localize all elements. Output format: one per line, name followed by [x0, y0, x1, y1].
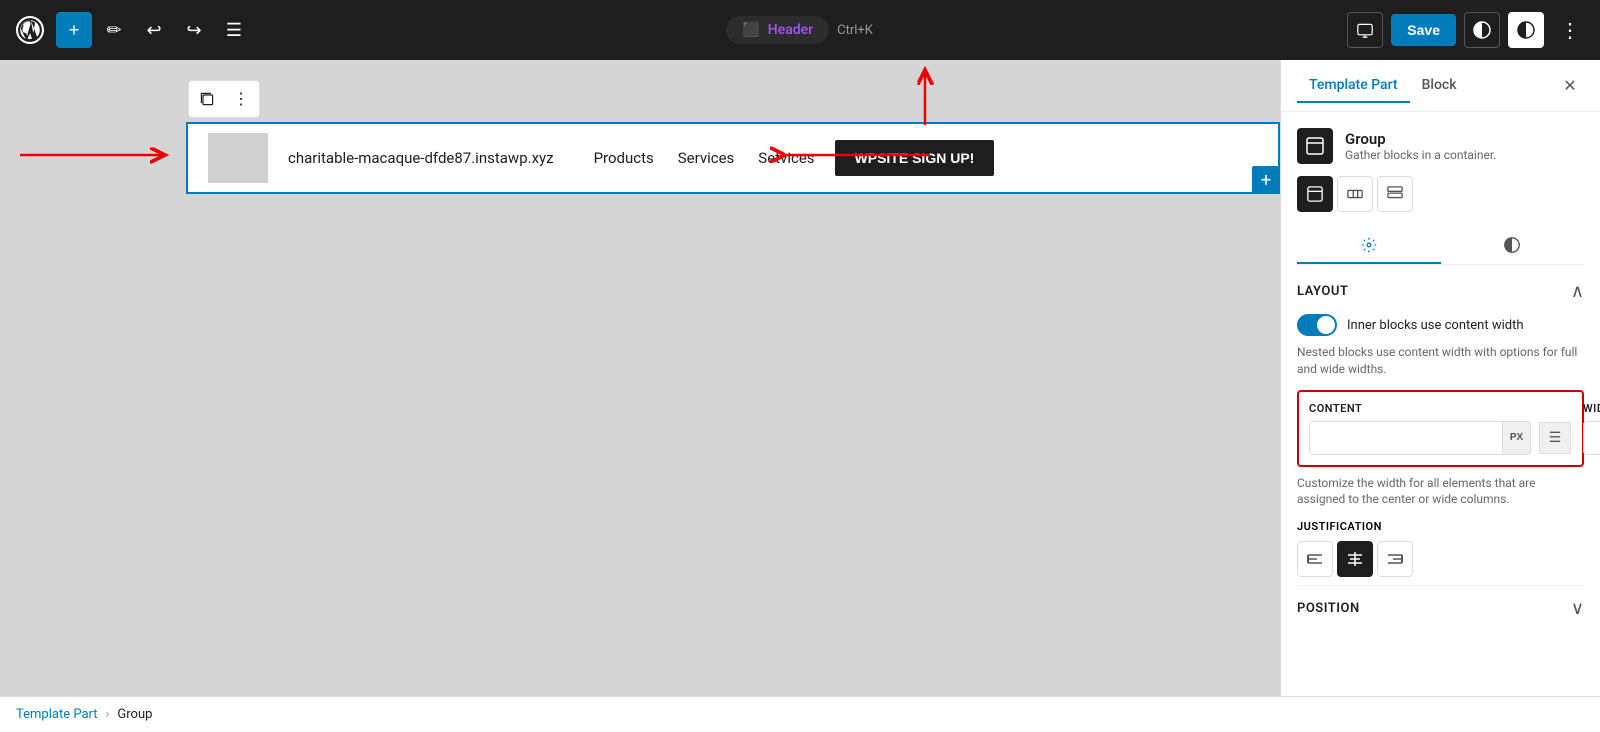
content-wide-wrapper: CONTENT PX ☰ WIDE — [1297, 390, 1584, 467]
block-style-toggle[interactable] — [1464, 12, 1500, 48]
arrow-left — [10, 135, 180, 179]
toggle-knob — [1317, 316, 1335, 334]
content-input-group: CONTENT PX ☰ — [1309, 402, 1571, 455]
content-width-toggle[interactable] — [1297, 314, 1337, 336]
position-section-header[interactable]: Position ∨ — [1297, 598, 1584, 619]
block-type-group[interactable] — [1297, 176, 1333, 212]
add-block-button[interactable]: + — [56, 12, 92, 48]
undo-button[interactable]: ↩ — [136, 12, 172, 48]
undo-icon: ↩ — [146, 20, 161, 41]
toolbar-right: Save ⋮ — [1347, 12, 1588, 48]
style-button[interactable] — [1508, 12, 1544, 48]
position-section: Position ∨ — [1297, 585, 1584, 619]
content-unit-button[interactable]: PX — [1502, 422, 1530, 454]
content-wide-row: CONTENT PX ☰ WIDE — [1309, 402, 1572, 455]
toggle-row: Inner blocks use content width — [1297, 314, 1584, 336]
breadcrumb-separator: › — [106, 707, 110, 722]
sidebar-close-button[interactable]: ✕ — [1556, 72, 1584, 100]
cta-button[interactable]: WPSITE SIGN UP! — [835, 140, 995, 176]
pencil-icon: ✏ — [106, 20, 121, 41]
justify-center-button[interactable] — [1337, 541, 1373, 577]
canvas-area: ⋮ charitable-macaque-dfde87.instawp.xyz … — [0, 60, 1280, 696]
justification-section: JUSTIFICATION — [1297, 520, 1584, 577]
save-button[interactable]: Save — [1391, 14, 1456, 46]
tab-block[interactable]: Block — [1410, 69, 1469, 103]
layout-toggle-icon: ∧ — [1571, 281, 1584, 302]
sidebar-header: Template Part Block ✕ — [1281, 60, 1600, 112]
list-view-button[interactable]: ☰ — [216, 12, 252, 48]
content-input[interactable] — [1310, 424, 1502, 451]
content-align-button[interactable]: ☰ — [1539, 422, 1571, 454]
wide-input-wrapper: PX — [1583, 421, 1600, 455]
nav-links: Products Services Setvices — [594, 149, 815, 167]
wide-input-group: WIDE PX ☰ — [1583, 402, 1600, 455]
nav-link-products[interactable]: Products — [594, 149, 654, 167]
justify-right-button[interactable] — [1377, 541, 1413, 577]
sidebar: Template Part Block ✕ Group Gather block… — [1280, 60, 1600, 696]
block-icon — [1297, 128, 1333, 164]
panel-tab-style[interactable] — [1441, 228, 1585, 264]
block-type-row — [1297, 176, 1584, 212]
block-type-stack[interactable] — [1377, 176, 1413, 212]
justify-left-button[interactable] — [1297, 541, 1333, 577]
site-domain: charitable-macaque-dfde87.instawp.xyz — [288, 149, 554, 167]
top-toolbar: + ✏ ↩ ↪ ☰ ⬛ Header Ctrl+K Save ⋮ — [0, 0, 1600, 60]
block-toolbar: ⋮ — [188, 80, 260, 118]
header-pill-icon: ⬛ — [742, 22, 759, 38]
toolbar-center: ⬛ Header Ctrl+K — [256, 16, 1343, 44]
redo-icon: ↪ — [186, 20, 201, 41]
breadcrumb: Template Part › Group — [0, 696, 1600, 732]
list-icon: ☰ — [226, 20, 242, 41]
block-name-desc: Group Gather blocks in a container. — [1345, 130, 1496, 162]
block-info: Group Gather blocks in a container. — [1297, 128, 1584, 164]
breadcrumb-template-part[interactable]: Template Part — [16, 707, 98, 722]
header-pill[interactable]: ⬛ Header — [726, 16, 829, 44]
redo-button[interactable]: ↪ — [176, 12, 212, 48]
block-more-button[interactable]: ⋮ — [225, 83, 257, 115]
wp-logo[interactable] — [12, 12, 48, 48]
wide-input[interactable] — [1584, 424, 1600, 451]
nav-link-services[interactable]: Services — [678, 149, 735, 167]
more-options-button[interactable]: ⋮ — [1552, 12, 1588, 48]
breadcrumb-group: Group — [117, 707, 152, 722]
main-area: ⋮ charitable-macaque-dfde87.instawp.xyz … — [0, 60, 1600, 696]
sidebar-content: Group Gather blocks in a container. — [1281, 112, 1600, 696]
block-type-row[interactable] — [1337, 176, 1373, 212]
site-logo — [208, 133, 268, 183]
pencil-button[interactable]: ✏ — [96, 12, 132, 48]
position-toggle-icon: ∨ — [1571, 598, 1584, 619]
panel-tabs — [1297, 228, 1584, 265]
block-duplicate-button[interactable] — [191, 83, 223, 115]
content-input-wrapper: PX — [1309, 421, 1531, 455]
justification-row — [1297, 541, 1584, 577]
desktop-view-button[interactable] — [1347, 12, 1383, 48]
panel-tab-settings[interactable] — [1297, 228, 1441, 264]
tab-template-part[interactable]: Template Part — [1297, 69, 1410, 103]
add-inner-block-button[interactable]: + — [1252, 166, 1280, 194]
nav-link-setvices[interactable]: Setvices — [758, 149, 814, 167]
header-block[interactable]: ⋮ charitable-macaque-dfde87.instawp.xyz … — [186, 122, 1280, 194]
layout-section-header[interactable]: Layout ∧ — [1297, 281, 1584, 302]
